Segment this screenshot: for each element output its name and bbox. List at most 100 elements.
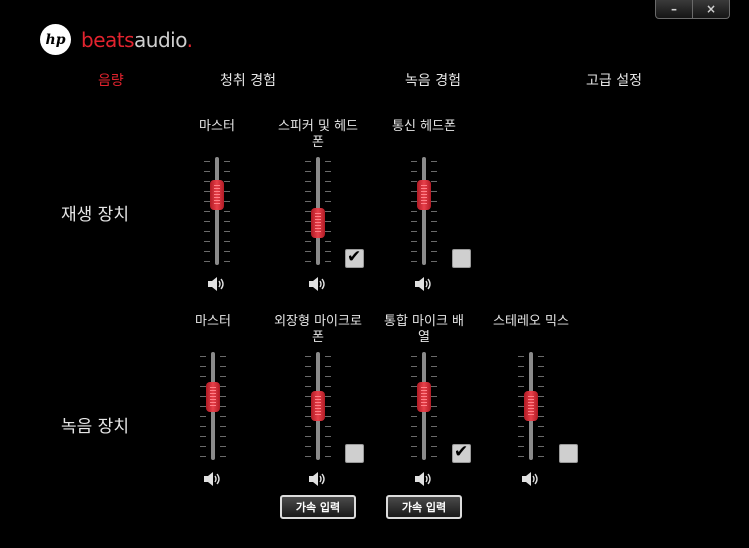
recording-mic-array-column: 통합 마이크 배열	[379, 314, 469, 348]
slider-tick	[224, 201, 230, 202]
slider-tick	[305, 171, 311, 172]
speaker-icon[interactable]	[206, 276, 226, 292]
recording-stereo-mix-checkbox[interactable]	[559, 444, 578, 463]
slider-tick	[325, 261, 331, 262]
slider-tick	[305, 356, 311, 357]
slider-tick	[431, 396, 437, 397]
slider-tick	[411, 221, 417, 222]
slider-tick	[220, 376, 226, 377]
speaker-icon[interactable]	[520, 471, 540, 487]
external-mic-boost-button[interactable]: 가속 입력	[280, 495, 356, 519]
slider-thumb[interactable]	[524, 391, 538, 421]
slider-tick	[204, 251, 210, 252]
slider-tick	[411, 231, 417, 232]
slider-tick	[431, 201, 437, 202]
slider-tick	[305, 456, 311, 457]
slider-tick	[538, 416, 544, 417]
slider-thumb[interactable]	[311, 391, 325, 421]
slider-tick	[325, 221, 331, 222]
slider-thumb[interactable]	[210, 180, 224, 210]
recording-master-label: 마스터	[195, 314, 231, 329]
slider-track[interactable]	[215, 157, 219, 265]
slider-tick	[325, 396, 331, 397]
speaker-icon[interactable]	[413, 276, 433, 292]
recording-stereo-mix-slider[interactable]	[516, 352, 546, 460]
tab-listening-experience[interactable]: 청취 경험	[220, 70, 276, 90]
slider-tick	[411, 456, 417, 457]
slider-tick	[305, 436, 311, 437]
recording-external-mic-slider[interactable]	[303, 352, 333, 460]
recording-external-mic-checkbox[interactable]	[345, 444, 364, 463]
tab-recording-experience[interactable]: 녹음 경험	[405, 70, 461, 90]
recording-stereo-mix-label: 스테레오 믹스	[493, 314, 569, 329]
slider-tick	[431, 436, 437, 437]
slider-tick	[431, 456, 437, 457]
slider-track[interactable]	[422, 157, 426, 265]
playback-speakers-slider[interactable]	[303, 157, 333, 265]
slider-thumb[interactable]	[417, 382, 431, 412]
slider-thumb[interactable]	[417, 180, 431, 210]
slider-tick	[538, 396, 544, 397]
slider-tick	[204, 171, 210, 172]
speaker-icon[interactable]	[307, 276, 327, 292]
recording-master-slider[interactable]	[198, 352, 228, 460]
slider-tick	[305, 191, 311, 192]
beats-audio-logo: beatsaudio.	[81, 27, 193, 52]
speaker-icon[interactable]	[413, 471, 433, 487]
slider-tick	[518, 436, 524, 437]
slider-tick	[305, 366, 311, 367]
slider-tick	[224, 191, 230, 192]
playback-comm-headphones-checkbox[interactable]	[452, 249, 471, 268]
playback-speakers-column: 스피커 및 헤드폰	[273, 119, 363, 153]
tab-volume[interactable]: 음량	[98, 70, 124, 90]
slider-tick	[204, 241, 210, 242]
playback-comm-headphones-label: 통신 헤드폰	[392, 119, 456, 134]
logo-dot: .	[186, 27, 193, 52]
slider-tick	[220, 446, 226, 447]
slider-tick	[431, 416, 437, 417]
close-button[interactable]: ×	[692, 0, 729, 18]
slider-tick	[224, 171, 230, 172]
mic-array-boost-button[interactable]: 가속 입력	[386, 495, 462, 519]
slider-tick	[305, 261, 311, 262]
slider-tick	[325, 436, 331, 437]
slider-tick	[411, 436, 417, 437]
slider-tick	[325, 446, 331, 447]
slider-tick	[431, 261, 437, 262]
slider-tick	[224, 231, 230, 232]
speaker-icon[interactable]	[307, 471, 327, 487]
playback-master-slider[interactable]	[202, 157, 232, 265]
slider-tick	[411, 446, 417, 447]
slider-thumb[interactable]	[311, 208, 325, 238]
tab-advanced-settings[interactable]: 고급 설정	[586, 70, 642, 90]
recording-mic-array-slider[interactable]	[409, 352, 439, 460]
slider-tick	[224, 251, 230, 252]
recording-mic-array-label: 통합 마이크 배열	[383, 314, 465, 345]
slider-tick	[411, 426, 417, 427]
slider-tick	[305, 251, 311, 252]
slider-tick	[431, 366, 437, 367]
slider-tick	[538, 456, 544, 457]
slider-tick	[431, 171, 437, 172]
slider-tick	[305, 386, 311, 387]
slider-tick	[538, 366, 544, 367]
slider-tick	[411, 416, 417, 417]
slider-tick	[224, 241, 230, 242]
slider-tick	[411, 261, 417, 262]
slider-tick	[325, 241, 331, 242]
playback-speakers-checkbox[interactable]	[345, 247, 364, 268]
slider-tick	[538, 426, 544, 427]
slider-tick	[325, 406, 331, 407]
minimize-button[interactable]: –	[656, 0, 692, 18]
slider-tick	[431, 356, 437, 357]
playback-comm-headphones-slider[interactable]	[409, 157, 439, 265]
slider-tick	[411, 211, 417, 212]
slider-tick	[431, 376, 437, 377]
slider-tick	[325, 201, 331, 202]
speaker-icon[interactable]	[202, 471, 222, 487]
recording-mic-array-checkbox[interactable]	[452, 442, 471, 463]
slider-tick	[325, 211, 331, 212]
slider-tick	[220, 406, 226, 407]
recording-external-mic-column: 외장형 마이크로폰	[273, 314, 363, 348]
slider-thumb[interactable]	[206, 382, 220, 412]
